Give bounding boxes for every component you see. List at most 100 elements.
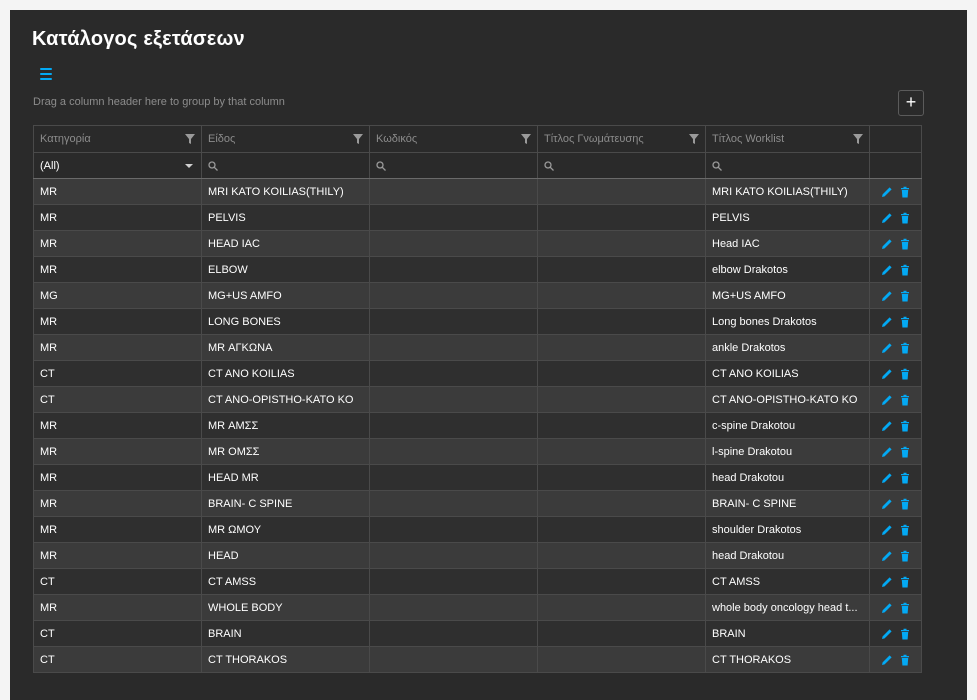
- column-header[interactable]: Τίτλος Γνωμάτευσης: [537, 125, 706, 153]
- group-by-panel[interactable]: Drag a column header here to group by th…: [33, 96, 285, 108]
- table-row[interactable]: CT CT AMSS CT AMSS: [33, 568, 922, 595]
- delete-icon[interactable]: [899, 472, 911, 484]
- delete-icon[interactable]: [899, 316, 911, 328]
- edit-icon[interactable]: [881, 498, 893, 510]
- column-search-input[interactable]: [705, 152, 870, 179]
- table-row[interactable]: MR HEAD MR head Drakotou: [33, 464, 922, 491]
- table-cell: MG+US AMFO: [705, 282, 870, 309]
- table-row[interactable]: CT BRAIN BRAIN: [33, 620, 922, 647]
- table-row[interactable]: CT CT THORAKOS CT THORAKOS: [33, 646, 922, 673]
- delete-icon[interactable]: [899, 264, 911, 276]
- delete-icon[interactable]: [899, 394, 911, 406]
- edit-icon[interactable]: [881, 186, 893, 198]
- exams-grid: Κατηγορία Είδος Κωδικός Τίτλος Γνωμάτευσης Τ…: [33, 125, 922, 673]
- column-search-input[interactable]: [369, 152, 538, 179]
- column-search-input[interactable]: [201, 152, 370, 179]
- delete-icon[interactable]: [899, 550, 911, 562]
- table-row[interactable]: MR WHOLE BODY whole body oncology head t..…: [33, 594, 922, 621]
- table-row[interactable]: MR MR ΑΓΚΩΝΑ ankle Drakotos: [33, 334, 922, 361]
- delete-icon[interactable]: [899, 420, 911, 432]
- table-row[interactable]: MR HEAD IAC Head IAC: [33, 230, 922, 257]
- actions-header: [869, 125, 922, 153]
- edit-icon[interactable]: [881, 368, 893, 380]
- row-actions: [869, 256, 922, 283]
- delete-icon[interactable]: [899, 342, 911, 354]
- table-cell: MR: [33, 516, 202, 543]
- edit-icon[interactable]: [881, 602, 893, 614]
- edit-icon[interactable]: [881, 550, 893, 562]
- table-cell: MG+US AMFO: [201, 282, 370, 309]
- delete-icon[interactable]: [899, 628, 911, 640]
- table-cell: MR ΩΜΟΥ: [201, 516, 370, 543]
- row-actions: [869, 412, 922, 439]
- delete-icon[interactable]: [899, 576, 911, 588]
- column-header-label: Τίτλος Worklist: [712, 133, 785, 145]
- column-header[interactable]: Είδος: [201, 125, 370, 153]
- row-actions: [869, 620, 922, 647]
- table-cell: elbow Drakotos: [705, 256, 870, 283]
- edit-icon[interactable]: [881, 316, 893, 328]
- column-header-label: Κατηγορία: [40, 133, 91, 145]
- table-cell: [537, 490, 706, 517]
- edit-icon[interactable]: [881, 420, 893, 432]
- edit-icon[interactable]: [881, 342, 893, 354]
- delete-icon[interactable]: [899, 498, 911, 510]
- table-row[interactable]: CT CT ANO KOILIAS CT ANO KOILIAS: [33, 360, 922, 387]
- table-row[interactable]: MR BRAIN- C SPINE BRAIN- C SPINE: [33, 490, 922, 517]
- delete-icon[interactable]: [899, 186, 911, 198]
- edit-icon[interactable]: [881, 264, 893, 276]
- delete-icon[interactable]: [899, 212, 911, 224]
- table-cell: [537, 646, 706, 673]
- hamburger-menu-icon[interactable]: [40, 67, 52, 81]
- table-row[interactable]: MR PELVIS PELVIS: [33, 204, 922, 231]
- delete-icon[interactable]: [899, 524, 911, 536]
- column-header-label: Είδος: [208, 133, 236, 145]
- table-row[interactable]: MR MR ΟΜΣΣ l-spine Drakotou: [33, 438, 922, 465]
- table-cell: ankle Drakotos: [705, 334, 870, 361]
- column-header[interactable]: Τίτλος Worklist: [705, 125, 870, 153]
- table-cell: HEAD MR: [201, 464, 370, 491]
- delete-icon[interactable]: [899, 238, 911, 250]
- filter-icon[interactable]: [853, 134, 863, 144]
- edit-icon[interactable]: [881, 238, 893, 250]
- table-row[interactable]: MR MR ΑΜΣΣ c-spine Drakotou: [33, 412, 922, 439]
- table-row[interactable]: CT CT ANO-OPISTHO-KATO KO CT ANO-OPISTHO-K…: [33, 386, 922, 413]
- filter-icon[interactable]: [521, 134, 531, 144]
- edit-icon[interactable]: [881, 290, 893, 302]
- column-header[interactable]: Κωδικός: [369, 125, 538, 153]
- row-actions: [869, 334, 922, 361]
- delete-icon[interactable]: [899, 368, 911, 380]
- table-row[interactable]: MR ELBOW elbow Drakotos: [33, 256, 922, 283]
- add-exam-button[interactable]: +: [898, 90, 924, 116]
- table-cell: MR: [33, 412, 202, 439]
- category-filter-select[interactable]: (All): [33, 152, 202, 179]
- edit-icon[interactable]: [881, 628, 893, 640]
- edit-icon[interactable]: [881, 576, 893, 588]
- table-row[interactable]: MR LONG BONES Long bones Drakotos: [33, 308, 922, 335]
- delete-icon[interactable]: [899, 654, 911, 666]
- table-row[interactable]: MR HEAD head Drakotou: [33, 542, 922, 569]
- edit-icon[interactable]: [881, 654, 893, 666]
- delete-icon[interactable]: [899, 602, 911, 614]
- filter-icon[interactable]: [689, 134, 699, 144]
- table-row[interactable]: MG MG+US AMFO MG+US AMFO: [33, 282, 922, 309]
- row-actions: [869, 516, 922, 543]
- table-cell: [369, 464, 538, 491]
- table-cell: MR: [33, 308, 202, 335]
- column-search-input[interactable]: [537, 152, 706, 179]
- edit-icon[interactable]: [881, 472, 893, 484]
- delete-icon[interactable]: [899, 446, 911, 458]
- edit-icon[interactable]: [881, 394, 893, 406]
- table-row[interactable]: MR MR ΩΜΟΥ shoulder Drakotos: [33, 516, 922, 543]
- filter-icon[interactable]: [185, 134, 195, 144]
- column-header[interactable]: Κατηγορία: [33, 125, 202, 153]
- search-icon: [544, 160, 554, 171]
- table-row[interactable]: MR MRI KATO KOILIAS(THILY) MRI KATO KOILIA…: [33, 178, 922, 205]
- delete-icon[interactable]: [899, 290, 911, 302]
- table-cell: [537, 620, 706, 647]
- filter-icon[interactable]: [353, 134, 363, 144]
- edit-icon[interactable]: [881, 446, 893, 458]
- edit-icon[interactable]: [881, 524, 893, 536]
- edit-icon[interactable]: [881, 212, 893, 224]
- row-actions: [869, 568, 922, 595]
